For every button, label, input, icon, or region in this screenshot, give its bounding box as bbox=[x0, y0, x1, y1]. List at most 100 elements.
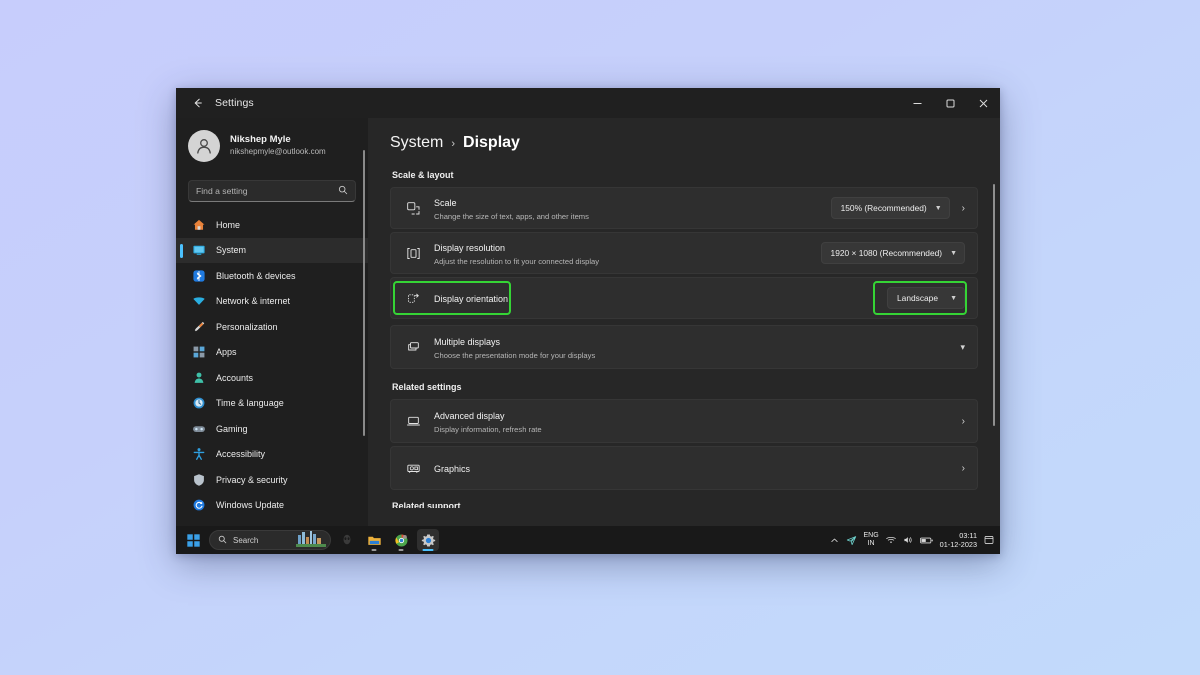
resolution-icon bbox=[404, 244, 422, 262]
sidebar-item-bluetooth-devices[interactable]: Bluetooth & devices bbox=[176, 263, 368, 289]
card-multiple-displays[interactable]: Multiple displays Choose the presentatio… bbox=[390, 325, 978, 369]
window-title: Settings bbox=[215, 97, 254, 109]
chevron-down-icon: ▼ bbox=[934, 204, 942, 212]
sidebar-item-time-language[interactable]: Time & language bbox=[176, 391, 368, 417]
taskbar-app-file-explorer[interactable] bbox=[363, 529, 385, 551]
card-title: Scale bbox=[434, 198, 457, 209]
sidebar-item-gaming[interactable]: Gaming bbox=[176, 416, 368, 442]
sidebar-scrollbar[interactable] bbox=[363, 150, 365, 436]
expand-chevron-down-icon[interactable]: ▾ bbox=[960, 342, 965, 353]
person-icon bbox=[197, 139, 211, 154]
language-line-2: IN bbox=[867, 540, 875, 547]
card-scale-text: Scale Change the size of text, apps, and… bbox=[434, 193, 831, 222]
telegram-send-icon[interactable] bbox=[846, 535, 857, 546]
language-line-1: ENG bbox=[863, 532, 879, 540]
sidebar-item-network-internet[interactable]: Network & internet bbox=[176, 289, 368, 315]
search-input[interactable] bbox=[196, 186, 334, 196]
sidebar-item-label: Time & language bbox=[216, 398, 284, 409]
taskbar-app-alienware[interactable] bbox=[336, 529, 358, 551]
laptop-display-icon bbox=[404, 412, 422, 430]
close-button[interactable] bbox=[967, 88, 1000, 118]
sidebar-item-windows-update[interactable]: Windows Update bbox=[176, 493, 368, 519]
sidebar-item-label: Windows Update bbox=[216, 500, 285, 511]
minimize-icon bbox=[913, 102, 922, 104]
profile-block[interactable]: Nikshep Myle nikshepmyle@outlook.com bbox=[176, 122, 368, 170]
card-display-orientation[interactable]: Display orientation Landscape ▼ bbox=[390, 277, 978, 319]
card-advanced-display[interactable]: Advanced display Display information, re… bbox=[390, 399, 978, 443]
sidebar-item-label: Gaming bbox=[216, 423, 248, 434]
sidebar-item-home[interactable]: Home bbox=[176, 212, 368, 238]
chevron-right-icon[interactable]: › bbox=[962, 463, 965, 474]
page-title: Display bbox=[463, 134, 520, 151]
card-graphics-text: Graphics bbox=[434, 459, 950, 477]
start-button[interactable] bbox=[182, 529, 204, 551]
clock-date: 01-12-2023 bbox=[939, 540, 977, 549]
sidebar-item-accessibility[interactable]: Accessibility bbox=[176, 442, 368, 468]
graphics-card-icon bbox=[404, 459, 422, 477]
section-label-scale-layout: Scale & layout bbox=[392, 170, 454, 180]
taskbar-app-settings[interactable] bbox=[417, 529, 439, 551]
sidebar-item-privacy-security[interactable]: Privacy & security bbox=[176, 467, 368, 493]
scale-dropdown-value: 150% (Recommended) bbox=[840, 203, 927, 213]
maximize-button[interactable] bbox=[934, 88, 967, 118]
multiple-displays-icon bbox=[404, 338, 422, 356]
chevron-down-icon: ▼ bbox=[950, 249, 957, 257]
notification-icon[interactable] bbox=[984, 535, 994, 545]
clock-globe-icon bbox=[191, 395, 207, 411]
sidebar-item-system[interactable]: System bbox=[176, 237, 368, 263]
profile-email: nikshepmyle@outlook.com bbox=[230, 147, 326, 156]
running-indicator bbox=[371, 549, 377, 551]
taskbar-search-placeholder: Search bbox=[233, 535, 259, 545]
window-body: Nikshep Myle nikshepmyle@outlook.com Fin… bbox=[176, 118, 1000, 554]
search-wrapper bbox=[176, 170, 368, 210]
paintbrush-icon bbox=[191, 319, 207, 335]
card-advanced-display-text: Advanced display Display information, re… bbox=[434, 406, 950, 435]
breadcrumb: System › Display bbox=[390, 134, 978, 152]
clock-time: 03:11 bbox=[959, 530, 977, 540]
card-title: Display resolution bbox=[434, 243, 506, 254]
chevron-right-icon[interactable]: › bbox=[962, 416, 965, 427]
main-content: System › Display Scale & layout Scale Ch… bbox=[368, 118, 1000, 554]
sidebar-item-personalization[interactable]: Personalization bbox=[176, 314, 368, 340]
language-indicator[interactable]: ENG IN bbox=[864, 532, 879, 547]
main-scrollbar[interactable] bbox=[993, 184, 995, 426]
sidebar-item-apps[interactable]: Apps bbox=[176, 340, 368, 366]
wifi-icon[interactable] bbox=[885, 535, 896, 545]
search-box[interactable] bbox=[188, 180, 356, 202]
gamepad-icon bbox=[191, 421, 207, 437]
card-display-resolution[interactable]: Display resolution Adjust the resolution… bbox=[390, 232, 978, 274]
sidebar-item-label: System bbox=[216, 245, 247, 256]
scale-resize-icon bbox=[404, 199, 422, 217]
sidebar-item-accounts[interactable]: Accounts bbox=[176, 365, 368, 391]
display-orientation-dropdown[interactable]: Landscape ▼ bbox=[887, 287, 965, 309]
scale-dropdown[interactable]: 150% (Recommended) ▼ bbox=[830, 197, 950, 219]
back-arrow-icon bbox=[194, 98, 202, 108]
wifi-icon bbox=[191, 293, 207, 309]
sidebar-item-label: Bluetooth & devices bbox=[216, 270, 296, 281]
card-title: Advanced display bbox=[434, 411, 505, 422]
search-highlight-thumbnail[interactable] bbox=[296, 531, 326, 549]
chevron-up-icon[interactable] bbox=[830, 536, 839, 545]
speaker-icon[interactable] bbox=[903, 535, 913, 545]
battery-icon[interactable] bbox=[919, 536, 933, 545]
card-graphics[interactable]: Graphics › bbox=[390, 446, 978, 490]
breadcrumb-root[interactable]: System bbox=[390, 134, 443, 152]
sidebar-item-label: Apps bbox=[216, 347, 237, 358]
taskbar-app-chrome[interactable] bbox=[390, 529, 412, 551]
start-icon bbox=[186, 533, 200, 547]
sidebar-item-label: Accessibility bbox=[216, 449, 266, 460]
sidebar-item-label: Privacy & security bbox=[216, 474, 288, 485]
display-resolution-dropdown[interactable]: 1920 × 1080 (Recommended) ▼ bbox=[820, 242, 965, 264]
card-subtitle: Change the size of text, apps, and other… bbox=[434, 212, 589, 222]
taskbar-search[interactable]: Search bbox=[209, 530, 331, 550]
file-explorer-icon bbox=[367, 536, 381, 545]
chevron-right-icon[interactable]: › bbox=[962, 203, 965, 214]
card-scale[interactable]: Scale Change the size of text, apps, and… bbox=[390, 187, 978, 229]
back-button[interactable] bbox=[183, 92, 213, 114]
minimize-button[interactable] bbox=[901, 88, 934, 118]
clock[interactable]: 03:11 01-12-2023 bbox=[940, 531, 977, 549]
display-resolution-value: 1920 × 1080 (Recommended) bbox=[830, 248, 943, 258]
maximize-icon bbox=[946, 99, 955, 107]
update-refresh-icon bbox=[191, 497, 207, 513]
section-label-related-settings: Related settings bbox=[392, 382, 462, 392]
